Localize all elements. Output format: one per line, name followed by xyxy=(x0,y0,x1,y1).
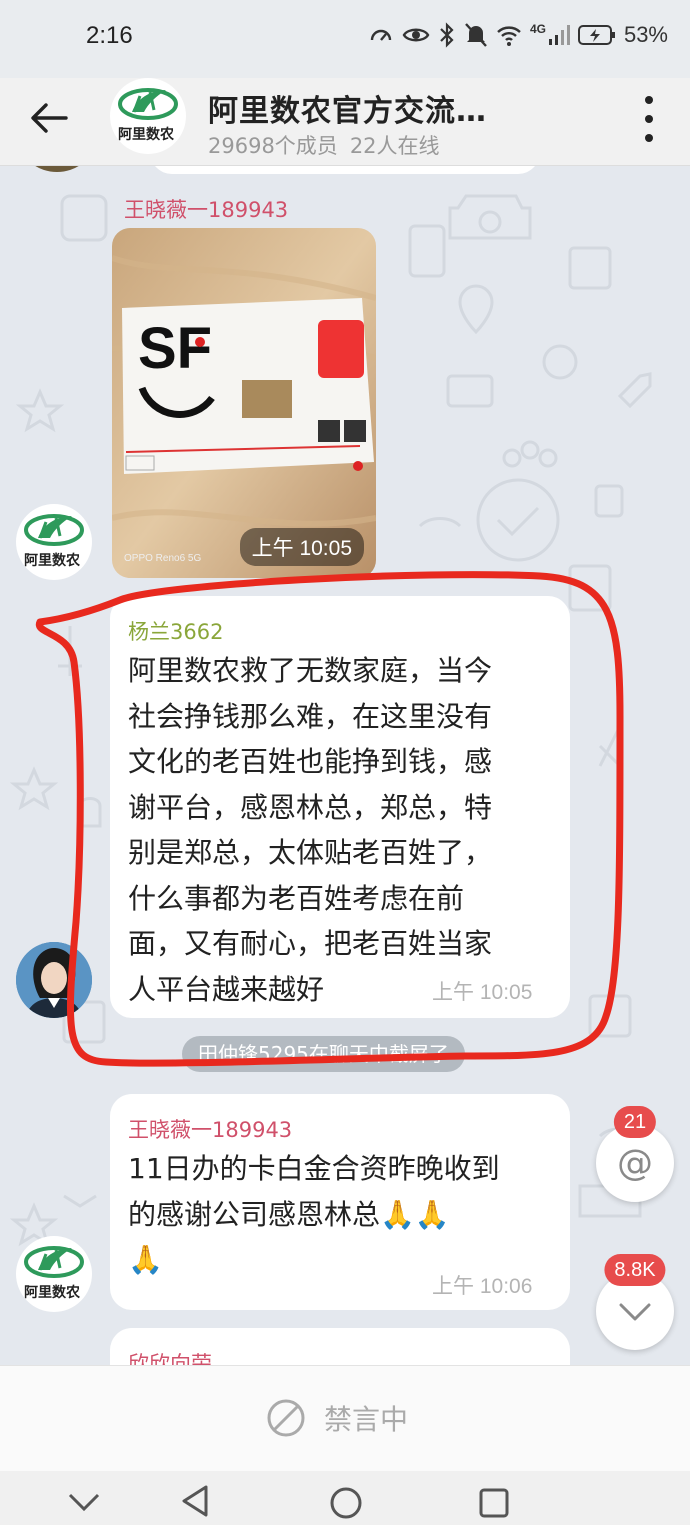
bluetooth-icon xyxy=(440,22,454,48)
chevron-down-icon xyxy=(619,1303,651,1321)
nav-hide-button[interactable] xyxy=(64,1483,104,1519)
sender-avatar[interactable]: 阿里数农 xyxy=(16,504,92,580)
nav-home-button[interactable] xyxy=(326,1483,366,1519)
group-subtitle: 29698个成员 22人在线 xyxy=(208,130,440,160)
at-icon: @ xyxy=(617,1142,653,1184)
sender-avatar[interactable]: 阿里数农 xyxy=(16,1236,92,1312)
message-line: 别是郑总，太体贴老百姓了， xyxy=(128,836,493,869)
message-image[interactable]: SF OPPO Reno6 5G 上午 10:05 xyxy=(112,228,376,578)
message-line: 面，又有耐心，把老百姓当家 xyxy=(128,927,493,960)
arrow-left-icon xyxy=(31,103,68,133)
avatar-text: 阿里数农 xyxy=(24,553,80,569)
chevron-down-icon xyxy=(68,1493,100,1512)
circle-home-icon xyxy=(330,1487,362,1519)
member-count: 29698个成员 xyxy=(208,134,338,158)
message-line: 文化的老百姓也能挣到钱，感 xyxy=(128,745,493,778)
group-avatar-text: 阿里数农 xyxy=(118,127,174,143)
dot-icon xyxy=(645,115,653,123)
more-options-button[interactable] xyxy=(636,92,662,146)
message-line: 阿里数农救了无数家庭，当今 xyxy=(128,654,493,687)
sf-express-parcel-photo: SF xyxy=(112,228,376,578)
square-recents-icon xyxy=(479,1488,509,1518)
message-sender[interactable]: 欣欣向荣 xyxy=(128,1348,212,1365)
nav-recents-button[interactable] xyxy=(474,1483,514,1519)
signal-icon xyxy=(548,25,570,45)
wifi-icon xyxy=(497,26,521,46)
status-icons: 4G 53% xyxy=(368,22,668,48)
chat-area[interactable]: 王晓薇一189943 SF OPPO Reno6 5G 上午 10:05 阿里数… xyxy=(0,166,690,1365)
battery-icon xyxy=(577,25,615,45)
prohibited-icon xyxy=(267,1399,305,1437)
message-time: 上午 10:06 xyxy=(432,1275,533,1298)
message-sender[interactable]: 王晓薇一189943 xyxy=(124,194,288,224)
status-bar: 2:16 4G 53% xyxy=(0,0,690,78)
battery-percent: 53% xyxy=(623,22,668,47)
message-line: 社会挣钱那么难，在这里没有 xyxy=(128,699,493,733)
group-avatar[interactable]: 阿里数农 xyxy=(110,78,186,154)
message-text: 11日办的卡白金合资昨晚收到 的感谢公司感恩林总🙏🙏 🙏 xyxy=(128,1146,558,1283)
message-sender[interactable]: 杨兰3662 xyxy=(128,616,223,646)
triangle-back-icon xyxy=(182,1485,208,1517)
dot-icon xyxy=(645,134,653,142)
dot-icon xyxy=(645,96,653,104)
message-text: 阿里数农救了无数家庭，当今 社会挣钱那么难，在这里没有 文化的老百姓也能挣到钱，… xyxy=(128,648,548,1012)
svg-text:SF: SF xyxy=(138,316,212,381)
group-title[interactable]: 阿里数农官方交流… xyxy=(208,86,487,130)
message-line: 谢平台，感恩林总，郑总，特 xyxy=(128,790,493,824)
scroll-to-bottom-button[interactable]: 8.8K xyxy=(596,1254,674,1350)
unread-count-badge: 8.8K xyxy=(604,1254,666,1286)
mute-bell-icon xyxy=(465,23,487,47)
sender-avatar[interactable] xyxy=(16,942,92,1018)
user-photo-avatar xyxy=(16,942,92,1018)
camera-watermark: OPPO Reno6 5G xyxy=(124,553,202,564)
eye-icon xyxy=(402,28,430,42)
muted-indicator: 禁言中 xyxy=(266,1398,408,1438)
back-button[interactable] xyxy=(26,94,74,142)
status-time: 2:16 xyxy=(86,22,133,49)
online-count: 22人在线 xyxy=(349,134,440,158)
message-sender[interactable]: 王晓薇一189943 xyxy=(128,1114,292,1144)
message-time: 上午 10:05 xyxy=(239,528,364,566)
mention-jump-button[interactable]: 21 @ xyxy=(596,1106,674,1202)
nav-back-button[interactable] xyxy=(176,1483,216,1519)
mention-count-badge: 21 xyxy=(613,1106,657,1138)
system-nav-bar xyxy=(0,1471,690,1525)
previous-message-bubble xyxy=(150,166,540,174)
message-line: 11日办的卡白金合资昨晚收到 xyxy=(128,1152,500,1185)
message-time: 上午 10:05 xyxy=(432,981,533,1004)
muted-label: 禁言中 xyxy=(324,1403,409,1436)
chat-header: 阿里数农 阿里数农官方交流… 29698个成员 22人在线 xyxy=(0,78,690,166)
speedometer-icon xyxy=(370,29,392,41)
avatar-text: 阿里数农 xyxy=(24,1285,80,1301)
message-input-bar: 禁言中 xyxy=(0,1365,690,1471)
message-line: 什么事都为老百姓考虑在前 xyxy=(128,881,465,915)
network-type-label: 4G xyxy=(529,22,546,36)
system-notice: 田仲锋5295在聊天中截屏了 xyxy=(182,1036,465,1072)
message-line: 的感谢公司感恩林总🙏🙏 xyxy=(128,1197,450,1231)
